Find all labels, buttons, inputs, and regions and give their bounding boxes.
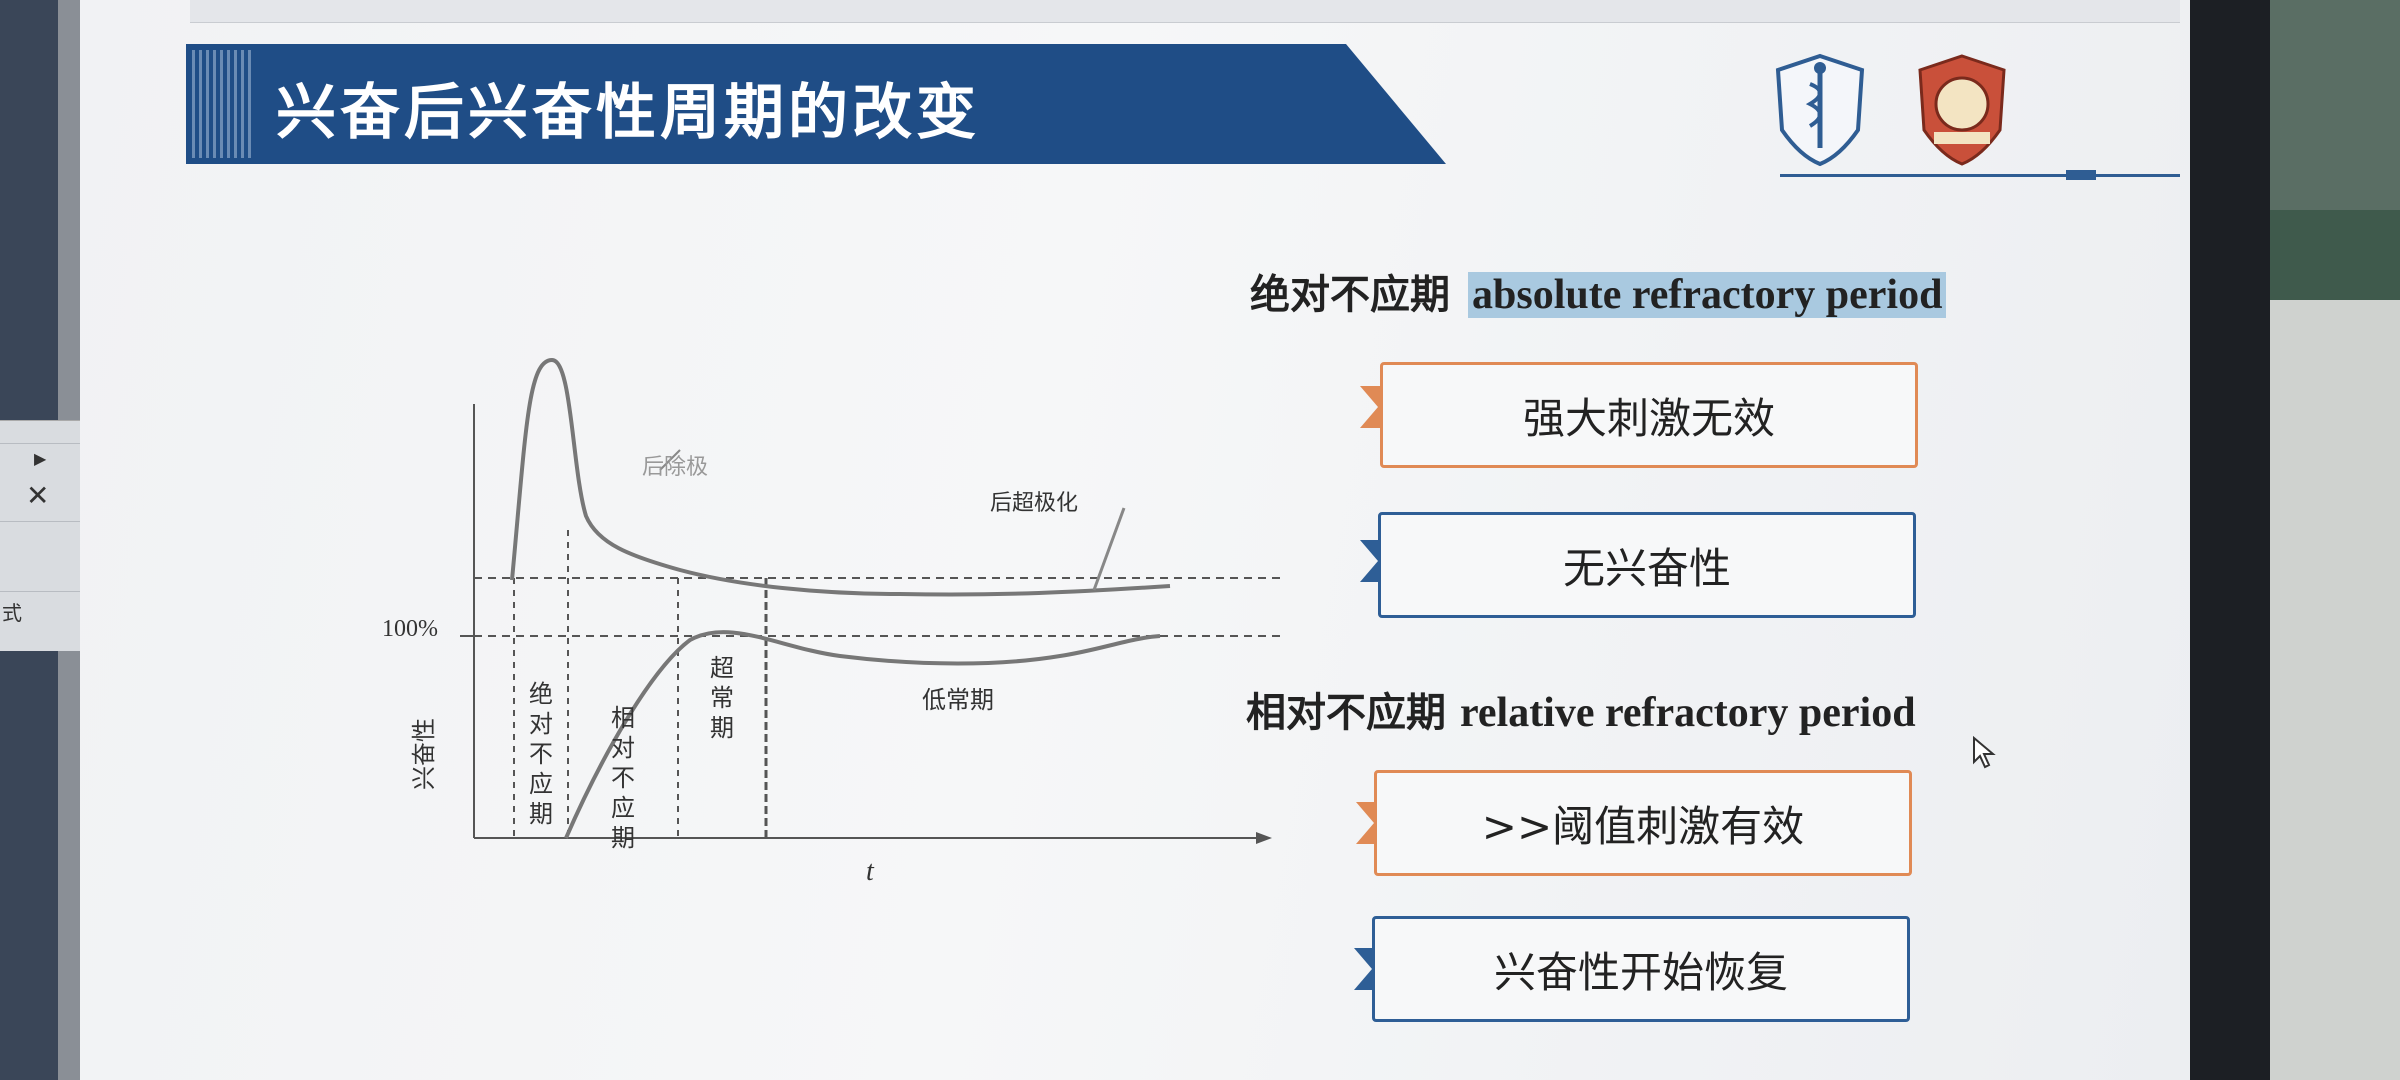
header-rule-end bbox=[2066, 170, 2096, 180]
absolute-item-2: 无兴奋性 bbox=[1378, 512, 1916, 618]
x-axis-arrow bbox=[1256, 832, 1272, 844]
y-tick-label: 100% bbox=[382, 616, 438, 642]
side-panel: ▶ ✕ 式 bbox=[0, 420, 80, 651]
phase-label: 绝对不应期 bbox=[529, 680, 553, 828]
phase-label: 低常期 bbox=[922, 686, 994, 714]
background-wall bbox=[2270, 0, 2400, 1080]
panel-divider bbox=[0, 443, 80, 444]
background-board bbox=[2270, 210, 2400, 300]
relative-item-2-text: 兴奋性开始恢复 bbox=[1493, 947, 1788, 997]
y-axis-label: 兴奋性 bbox=[410, 718, 438, 790]
after-hyperpolarization-label: 后超极化 bbox=[990, 491, 1078, 516]
expand-icon[interactable]: ▶ bbox=[34, 449, 46, 468]
relative-item-1-text: >>阈值刺激有效 bbox=[1481, 801, 1805, 851]
absolute-refractory-cn: 绝对不应期 bbox=[1250, 272, 1450, 318]
panel-divider bbox=[0, 591, 80, 592]
panel-divider bbox=[0, 521, 80, 522]
relative-refractory-en: relative refractory period bbox=[1460, 690, 1916, 736]
mouse-cursor-icon bbox=[1973, 736, 1996, 769]
absolute-refractory-heading: 绝对不应期 absolute refractory period bbox=[1250, 262, 1947, 320]
absolute-item-2-text: 无兴奋性 bbox=[1562, 543, 1731, 593]
relative-item-2: 兴奋性开始恢复 bbox=[1372, 916, 1910, 1022]
side-panel-text: 式 bbox=[2, 601, 22, 625]
slide-title: 兴奋后兴奋性周期的改变 bbox=[276, 78, 980, 148]
excitability-curve bbox=[564, 630, 1161, 839]
slide-top-bar bbox=[190, 0, 2180, 23]
absolute-item-1: 强大刺激无效 bbox=[1380, 362, 1918, 468]
phase-label: 相对不应期 bbox=[611, 704, 635, 852]
background-wall-lower bbox=[2270, 300, 2400, 1080]
absolute-refractory-en: absolute refractory period bbox=[1468, 272, 1947, 318]
absolute-item-1-text: 强大刺激无效 bbox=[1522, 393, 1775, 443]
x-axis-label: t bbox=[866, 856, 875, 887]
after-depolarization-label: 后除极 bbox=[642, 455, 708, 480]
relative-item-1: >>阈值刺激有效 bbox=[1374, 770, 1912, 876]
phase-label: 超常期 bbox=[710, 654, 734, 742]
title-stripes bbox=[192, 50, 252, 158]
relative-refractory-cn: 相对不应期 bbox=[1246, 690, 1446, 736]
monitor-bezel bbox=[2190, 0, 2270, 1080]
excitability-chart: 100% 兴奋性 t 后除极 后超极化 绝对不应期 相对不应期 超常期 低常期 bbox=[382, 357, 1280, 887]
action-potential-curve bbox=[510, 357, 1171, 597]
close-icon[interactable]: ✕ bbox=[26, 479, 49, 512]
school-logo-icon bbox=[1775, 53, 1865, 167]
header-rule bbox=[1780, 174, 2180, 177]
relative-refractory-heading: 相对不应期 relative refractory period bbox=[1246, 680, 1916, 738]
college-logo-icon bbox=[1918, 54, 2006, 166]
slide: 兴奋后兴奋性周期的改变 100% 兴奋性 t 后除极 后超极化 绝对不应期 相对… bbox=[80, 0, 2190, 1080]
